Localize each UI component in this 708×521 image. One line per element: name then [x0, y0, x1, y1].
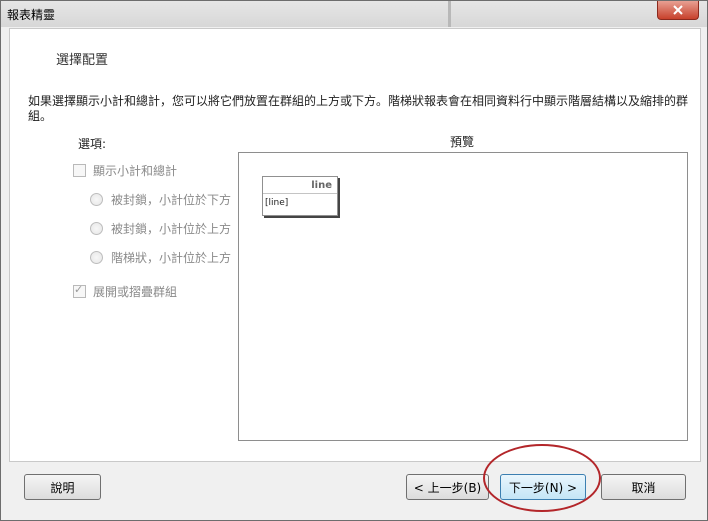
radio-button[interactable] [90, 193, 103, 206]
expand-collapse-checkbox-box[interactable]: ✓ [73, 283, 86, 298]
preview-label: 預覽 [450, 135, 475, 149]
radio-label: 階梯狀，小計位於上方 [111, 251, 232, 265]
radio-blocked-subtotal-below[interactable]: 被封鎖，小計位於下方 [90, 191, 231, 208]
window-title: 報表精靈 [7, 8, 56, 22]
show-subtotals-checkbox-box[interactable] [73, 164, 86, 177]
show-subtotals-label: 顯示小計和總計 [93, 164, 178, 178]
show-subtotals-checkbox[interactable]: 顯示小計和總計 [73, 162, 177, 179]
preview-area: line [line] [238, 152, 688, 441]
radio-stepped-subtotal-above[interactable]: 階梯狀，小計位於上方 [90, 249, 231, 266]
options-label: 選項: [78, 137, 107, 151]
checkmark-icon: ✓ [74, 283, 84, 296]
preview-table-header: line [263, 177, 337, 194]
content-panel: 選擇配置 如果選擇顯示小計和總計，您可以將它們放置在群組的上方或下方。階梯狀報表… [9, 28, 701, 462]
radio-label: 被封鎖，小計位於上方 [111, 222, 232, 236]
radio-button[interactable] [90, 222, 103, 235]
expand-collapse-label: 展開或摺疊群組 [93, 285, 178, 299]
radio-label: 被封鎖，小計位於下方 [111, 193, 232, 207]
expand-collapse-checkbox[interactable]: ✓ 展開或摺疊群組 [73, 283, 177, 300]
radio-blocked-subtotal-above[interactable]: 被封鎖，小計位於上方 [90, 220, 231, 237]
back-button[interactable]: < 上一步(B) [406, 474, 489, 500]
radio-button[interactable] [90, 251, 103, 264]
help-button[interactable]: 說明 [24, 474, 101, 500]
preview-table-cell: [line] [265, 198, 289, 208]
report-wizard-window: 報表精靈 選擇配置 如果選擇顯示小計和總計，您可以將它們放置在群組的上方或下方。… [0, 0, 708, 521]
page-heading: 選擇配置 [56, 53, 109, 68]
title-bar-divider [448, 1, 451, 27]
page-description: 如果選擇顯示小計和總計，您可以將它們放置在群組的上方或下方。階梯狀報表會在相同資… [28, 94, 689, 123]
close-icon [673, 5, 683, 15]
title-bar[interactable]: 報表精靈 [1, 1, 707, 27]
cancel-button[interactable]: 取消 [601, 474, 686, 500]
close-button[interactable] [657, 1, 699, 20]
preview-table: line [line] [262, 176, 338, 216]
next-button[interactable]: 下一步(N) > [500, 474, 586, 500]
